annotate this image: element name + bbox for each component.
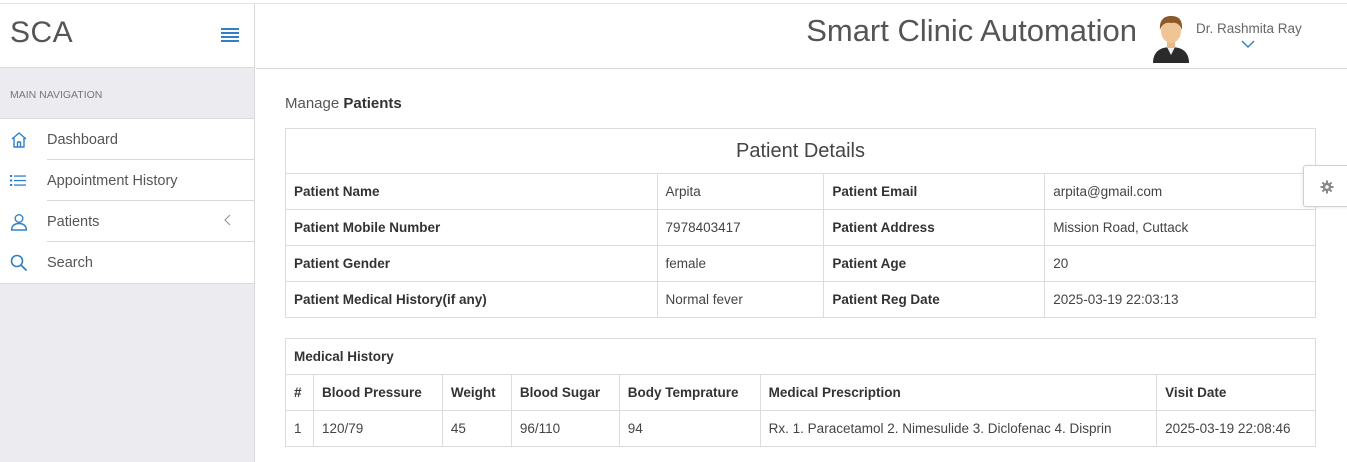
field-value: Normal fever <box>656 281 825 318</box>
field-label: Patient Medical History(if any) <box>285 281 658 318</box>
sidebar-item-label: Patients <box>47 214 100 230</box>
sidebar: SCA MAIN NAVIGATION Dashboard Appointmen… <box>0 4 255 462</box>
column-header: Medical Prescription <box>759 374 1158 411</box>
field-label: Patient Mobile Number <box>285 209 658 246</box>
table-cell: 94 <box>618 410 761 447</box>
column-header: Body Temprature <box>618 374 761 411</box>
field-label: Patient Age <box>823 245 1046 282</box>
field-value: 7978403417 <box>656 209 825 246</box>
column-header: Weight <box>441 374 512 411</box>
table-cell: 2025-03-19 22:08:46 <box>1156 410 1316 447</box>
field-label: Patient Gender <box>285 245 658 282</box>
table-cell: 45 <box>441 410 512 447</box>
menu-toggle-icon[interactable] <box>221 28 239 42</box>
table-cell: 96/110 <box>510 410 620 447</box>
user-name[interactable]: Dr. Rashmita Ray <box>1196 21 1302 36</box>
home-icon <box>11 132 27 148</box>
sidebar-item-appointment-history[interactable]: Appointment History <box>0 160 254 201</box>
table-cell: Rx. 1. Paracetamol 2. Nimesulide 3. Dicl… <box>759 410 1158 447</box>
table-row: Patient Medical History(if any) Normal f… <box>285 281 1316 318</box>
table-row: Patient Mobile Number 7978403417 Patient… <box>285 209 1316 246</box>
list-icon <box>10 175 26 186</box>
field-label: Patient Address <box>823 209 1046 246</box>
table-row: 1 120/79 45 96/110 94 Rx. 1. Paracetamol… <box>285 410 1316 447</box>
column-header: Visit Date <box>1156 374 1316 411</box>
brand-logo[interactable]: SCA <box>10 16 73 50</box>
table-row: Patient Name Arpita Patient Email arpita… <box>285 173 1316 210</box>
column-header: Blood Sugar <box>510 374 620 411</box>
field-label: Patient Reg Date <box>823 281 1046 318</box>
field-value: Arpita <box>656 173 825 210</box>
column-header: Blood Pressure <box>312 374 443 411</box>
sidebar-item-label: Appointment History <box>47 173 178 189</box>
sidebar-item-label: Dashboard <box>47 132 118 148</box>
table-row: Patient Gender female Patient Age 20 <box>285 245 1316 282</box>
gear-icon <box>1320 180 1334 194</box>
table-cell: 120/79 <box>312 410 443 447</box>
sidebar-menu: Dashboard Appointment History Patients S… <box>0 119 254 284</box>
main-content: Manage Patients Patient Details Patient … <box>285 95 1316 447</box>
field-value: female <box>656 245 825 282</box>
medical-history-table: Medical History # Blood Pressure Weight … <box>285 338 1316 447</box>
app-title: Smart Clinic Automation <box>806 13 1137 48</box>
field-value: Mission Road, Cuttack <box>1044 209 1316 246</box>
page-title: Patients <box>343 95 402 112</box>
avatar[interactable] <box>1151 13 1191 63</box>
patient-details-table: Patient Details Patient Name Arpita Pati… <box>285 128 1316 318</box>
field-label: Patient Name <box>285 173 658 210</box>
top-header: Smart Clinic Automation Dr. Rashmita Ray <box>256 4 1347 69</box>
table-header-row: # Blood Pressure Weight Blood Sugar Body… <box>285 374 1316 411</box>
sidebar-item-label: Search <box>47 255 93 271</box>
field-value: 2025-03-19 22:03:13 <box>1044 281 1316 318</box>
nav-heading: MAIN NAVIGATION <box>0 68 254 119</box>
sidebar-item-search[interactable]: Search <box>0 242 254 283</box>
field-value: 20 <box>1044 245 1316 282</box>
brand-bar: SCA <box>0 4 254 68</box>
patient-details-title: Patient Details <box>285 128 1316 174</box>
column-header: # <box>285 374 314 411</box>
medical-history-title: Medical History <box>285 338 1316 375</box>
table-title-row: Patient Details <box>285 128 1316 174</box>
search-icon <box>10 254 28 272</box>
breadcrumb-prefix: Manage <box>285 95 340 112</box>
chevron-down-icon[interactable] <box>1241 39 1255 49</box>
field-label: Patient Email <box>823 173 1046 210</box>
user-icon <box>10 214 28 231</box>
sidebar-item-dashboard[interactable]: Dashboard <box>0 119 254 160</box>
table-cell: 1 <box>285 410 314 447</box>
field-value: arpita@gmail.com <box>1044 173 1316 210</box>
table-title-row: Medical History <box>285 338 1316 375</box>
sidebar-item-patients[interactable]: Patients <box>0 201 254 242</box>
breadcrumb: Manage Patients <box>285 95 1316 128</box>
settings-toggle-button[interactable] <box>1303 165 1347 207</box>
chevron-left-icon <box>224 214 231 226</box>
